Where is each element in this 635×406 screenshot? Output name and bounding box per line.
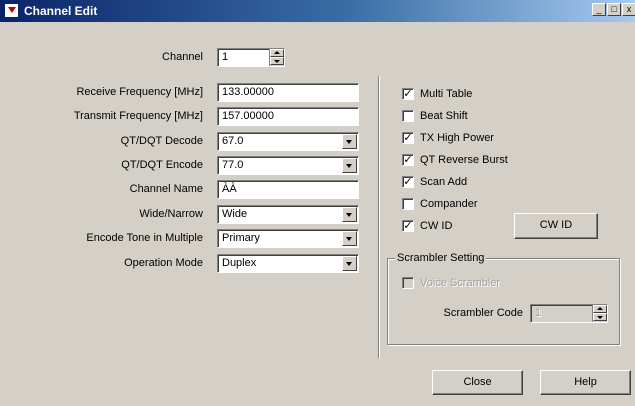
encode-tone-multiple-label: Encode Tone in Multiple [86, 232, 203, 244]
channel-name-label: Channel Name [129, 183, 203, 195]
channel-label: Channel [162, 51, 203, 63]
channel-name-input[interactable]: ÀÀ [217, 180, 359, 199]
chevron-down-icon[interactable] [342, 207, 357, 222]
title-bar[interactable]: Channel Edit _ □ x [0, 0, 635, 22]
checkbox-icon[interactable]: ✓ [402, 88, 414, 100]
scrambler-group-title: Scrambler Setting [395, 251, 487, 265]
cw-id-label: CW ID [420, 220, 453, 232]
spin-down-icon[interactable] [593, 313, 607, 321]
spin-up-icon[interactable] [270, 49, 284, 57]
chevron-down-icon[interactable] [342, 158, 357, 173]
qt-dqt-encode-select[interactable]: 77.0 [217, 156, 359, 175]
checkbox-icon[interactable]: ✓ [402, 154, 414, 166]
close-window-button[interactable]: x [622, 3, 635, 16]
app-icon [4, 3, 19, 18]
qt-reverse-burst-label: QT Reverse Burst [420, 154, 508, 166]
receive-frequency-label: Receive Frequency [MHz] [76, 86, 203, 98]
spin-up-icon[interactable] [593, 305, 607, 313]
transmit-frequency-input[interactable]: 157.00000 [217, 107, 359, 126]
chevron-down-icon[interactable] [342, 231, 357, 246]
scan-add-label: Scan Add [420, 176, 468, 188]
scrambler-groupbox [387, 258, 620, 345]
cw-id-button[interactable]: CW ID [514, 213, 598, 239]
vertical-divider [378, 76, 380, 358]
qt-dqt-decode-select[interactable]: 67.0 [217, 132, 359, 151]
qt-dqt-decode-label: QT/DQT Decode [120, 135, 203, 147]
channel-value: 1 [222, 51, 229, 63]
scrambler-code-value: 1 [535, 307, 542, 319]
receive-frequency-input[interactable]: 133.00000 [217, 83, 359, 102]
checkbox-icon[interactable] [402, 110, 414, 122]
channel-spin-buttons[interactable] [269, 49, 284, 66]
beat-shift-label: Beat Shift [420, 110, 468, 122]
encode-tone-multiple-select[interactable]: Primary [217, 229, 359, 248]
scrambler-code-label: Scrambler Code [443, 307, 523, 319]
wide-narrow-value: Wide [222, 208, 248, 220]
voice-scrambler-label: Voice Scrambler [420, 277, 501, 289]
close-button[interactable]: Close [432, 370, 523, 395]
chevron-down-icon[interactable] [342, 134, 357, 149]
operation-mode-value: Duplex [222, 257, 257, 269]
wide-narrow-label: Wide/Narrow [139, 208, 203, 220]
chevron-down-icon[interactable] [342, 256, 357, 271]
spin-down-icon[interactable] [270, 57, 284, 65]
qt-dqt-decode-value: 67.0 [222, 135, 244, 147]
wide-narrow-select[interactable]: Wide [217, 205, 359, 224]
minimize-button[interactable]: _ [592, 3, 606, 16]
checkbox-icon[interactable]: ✓ [402, 220, 414, 232]
compander-label: Compander [420, 198, 478, 210]
channel-edit-window: Channel Edit _ □ x Channel 1 Receive Fre… [0, 0, 635, 406]
operation-mode-label: Operation Mode [124, 257, 203, 269]
operation-mode-select[interactable]: Duplex [217, 254, 359, 273]
scrambler-spin-buttons[interactable] [592, 305, 607, 322]
checkbox-icon[interactable] [402, 277, 414, 289]
maximize-button[interactable]: □ [607, 3, 621, 16]
checkbox-icon[interactable] [402, 198, 414, 210]
scrambler-code-spinner[interactable]: 1 [530, 304, 608, 323]
window-title: Channel Edit [24, 4, 98, 18]
tx-high-power-label: TX High Power [420, 132, 494, 144]
checkbox-icon[interactable]: ✓ [402, 176, 414, 188]
qt-dqt-encode-value: 77.0 [222, 159, 244, 171]
qt-dqt-encode-label: QT/DQT Encode [121, 159, 203, 171]
help-button[interactable]: Help [540, 370, 631, 395]
encode-tone-multiple-value: Primary [222, 232, 260, 244]
multi-table-label: Multi Table [420, 88, 473, 100]
transmit-frequency-label: Transmit Frequency [MHz] [73, 110, 203, 122]
channel-spinner[interactable]: 1 [217, 48, 285, 67]
checkbox-icon[interactable]: ✓ [402, 132, 414, 144]
